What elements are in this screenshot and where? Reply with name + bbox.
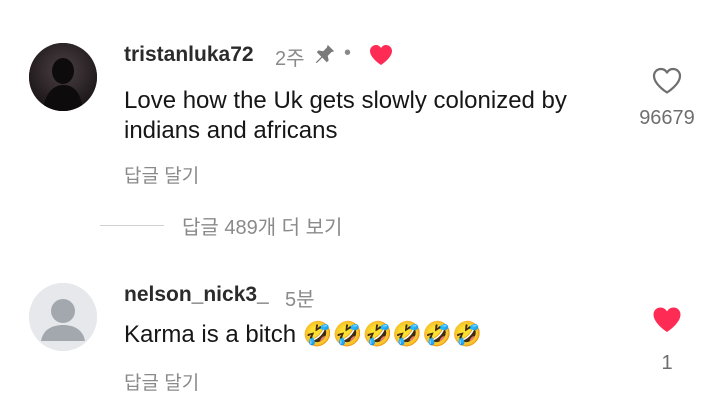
avatar[interactable] bbox=[29, 283, 97, 351]
reply-button[interactable]: 답글 달기 bbox=[124, 161, 199, 188]
divider-line bbox=[100, 224, 164, 226]
avatar[interactable] bbox=[29, 43, 97, 111]
avatar-photo bbox=[29, 43, 97, 111]
comment-username[interactable]: nelson_nick3_ bbox=[124, 283, 269, 307]
view-more-replies[interactable]: 답글 489개 더 보기 bbox=[100, 211, 342, 240]
view-more-replies-label[interactable]: 답글 489개 더 보기 bbox=[182, 211, 342, 240]
like-count: 96679 bbox=[639, 107, 695, 129]
like-count: 1 bbox=[661, 352, 673, 374]
default-avatar-icon bbox=[29, 283, 97, 351]
comment-text: Karma is a bitch 🤣🤣🤣🤣🤣🤣 bbox=[124, 321, 483, 348]
heart-outline-icon[interactable] bbox=[627, 67, 707, 95]
like-button[interactable]: 96679 bbox=[627, 67, 707, 130]
comment-time: 2주 bbox=[275, 48, 305, 70]
creator-liked-heart-icon bbox=[369, 44, 393, 71]
comment-username[interactable]: tristanluka72 bbox=[124, 43, 254, 67]
comment-item: nelson_nick3_ 5분 Karma is a bitch 🤣🤣🤣🤣🤣🤣… bbox=[0, 260, 720, 415]
heart-filled-icon[interactable] bbox=[627, 306, 707, 334]
like-button[interactable]: 1 bbox=[627, 306, 707, 375]
separator-dot: • bbox=[344, 42, 352, 64]
reply-button[interactable]: 답글 달기 bbox=[124, 368, 199, 395]
comment-time: 5분 bbox=[285, 289, 315, 311]
comment-item: tristanluka72 2주 • Love how the Uk gets … bbox=[0, 0, 720, 200]
pin-icon bbox=[314, 43, 336, 70]
comment-text: Love how the Uk gets slowly colonized by… bbox=[124, 87, 567, 144]
